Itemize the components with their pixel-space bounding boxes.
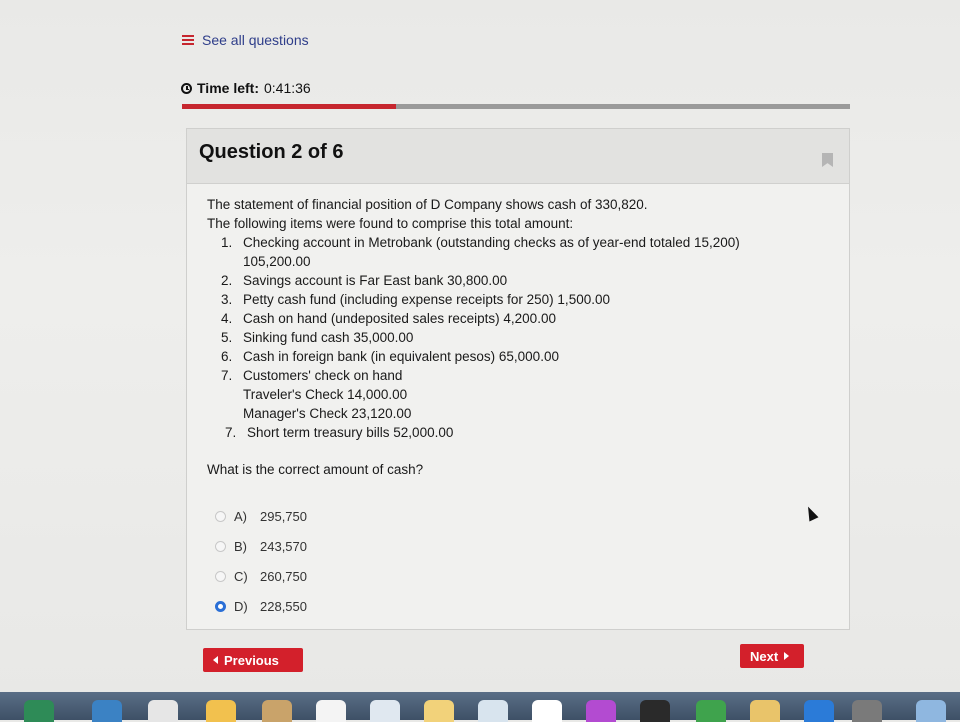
option-d[interactable]: D) 228,550	[215, 591, 307, 621]
list-icon	[182, 35, 194, 45]
option-b[interactable]: B) 243,570	[215, 531, 307, 561]
sub-item-managers-check: Manager's Check 23,120.00	[243, 406, 412, 421]
option-a[interactable]: A) 295,750	[215, 501, 307, 531]
clock-icon	[181, 82, 192, 94]
radio-option-a[interactable]	[215, 510, 226, 522]
dock-app-icon[interactable]	[262, 700, 292, 722]
option-value: 243,570	[260, 538, 307, 554]
question-card: Question 2 of 6 The statement of financi…	[186, 128, 850, 630]
chevron-right-icon	[784, 652, 790, 660]
item-list-last: 7. Short term treasury bills 52,000.00	[207, 423, 807, 442]
option-letter: B)	[234, 538, 247, 554]
time-progress-fill	[182, 104, 396, 109]
radio-option-b[interactable]	[215, 540, 226, 552]
timer-label: Time left:	[197, 80, 259, 96]
previous-button-label: Previous	[224, 652, 279, 668]
dock-app-icon[interactable]	[916, 700, 946, 722]
see-all-questions-label: See all questions	[202, 32, 309, 48]
dock-app-icon[interactable]	[24, 700, 54, 722]
option-letter: C)	[234, 568, 248, 584]
next-button[interactable]: Next	[740, 644, 804, 668]
chevron-left-icon	[213, 656, 218, 664]
dock-app-icon[interactable]	[532, 700, 562, 722]
answer-options: A) 295,750 B) 243,570 C) 260,750 D) 228,…	[215, 501, 307, 621]
dock-app-icon[interactable]	[424, 700, 454, 722]
dock-app-icon[interactable]	[148, 700, 178, 722]
timer-value: 0:41:36	[263, 80, 311, 96]
dock-app-icon[interactable]	[696, 700, 726, 722]
see-all-questions-link[interactable]: See all questions	[182, 32, 309, 48]
timer: Time left: 0:41:36	[181, 80, 311, 96]
list-item: 2. Savings account is Far East bank 30,80…	[221, 273, 508, 288]
list-item: 6. Cash in foreign bank (in equivalent pe…	[221, 349, 559, 364]
option-letter: A)	[234, 508, 247, 524]
sub-item-travelers-check: Traveler's Check 14,000.00	[243, 387, 408, 402]
option-c[interactable]: C) 260,750	[215, 561, 307, 591]
list-item: 1. Checking account in Metrobank (outstan…	[221, 235, 740, 269]
list-item: 3. Petty cash fund (including expense rec…	[221, 292, 610, 307]
question-intro-1: The statement of financial position of D…	[207, 197, 648, 212]
dock-app-icon[interactable]	[92, 700, 122, 722]
question-prompt: What is the correct amount of cash?	[207, 462, 424, 477]
bookmark-icon[interactable]	[822, 153, 833, 167]
question-title: Question 2 of 6	[199, 141, 344, 163]
previous-button[interactable]: Previous	[203, 648, 303, 672]
option-letter: D)	[234, 598, 248, 614]
dock-app-icon[interactable]	[804, 700, 834, 722]
time-progress-bar	[182, 104, 850, 109]
question-body: The statement of financial position of D…	[207, 195, 807, 479]
list-item: 4. Cash on hand (undeposited sales receip…	[221, 311, 556, 326]
option-value: 260,750	[260, 568, 307, 584]
next-button-label: Next	[750, 648, 779, 664]
dock	[0, 692, 960, 722]
question-header: Question 2 of 6	[187, 129, 849, 184]
list-item: 7. Short term treasury bills 52,000.00	[225, 425, 454, 440]
dock-app-icon[interactable]	[750, 700, 780, 722]
dock-app-icon[interactable]	[852, 700, 882, 722]
radio-option-d[interactable]	[215, 600, 226, 612]
dock-app-icon[interactable]	[586, 700, 616, 722]
dock-app-icon[interactable]	[206, 700, 236, 722]
question-intro-2: The following items were found to compri…	[207, 216, 574, 231]
dock-app-icon[interactable]	[640, 700, 670, 722]
item-list: 1. Checking account in Metrobank (outstan…	[207, 233, 807, 385]
option-value: 228,550	[260, 598, 307, 614]
option-value: 295,750	[260, 508, 307, 524]
dock-app-icon[interactable]	[316, 700, 346, 722]
list-item: 5. Sinking fund cash 35,000.00	[221, 330, 414, 345]
dock-app-icon[interactable]	[478, 700, 508, 722]
radio-option-c[interactable]	[215, 570, 226, 582]
list-item: 7. Customers' check on hand	[221, 368, 403, 383]
dock-app-icon[interactable]	[370, 700, 400, 722]
